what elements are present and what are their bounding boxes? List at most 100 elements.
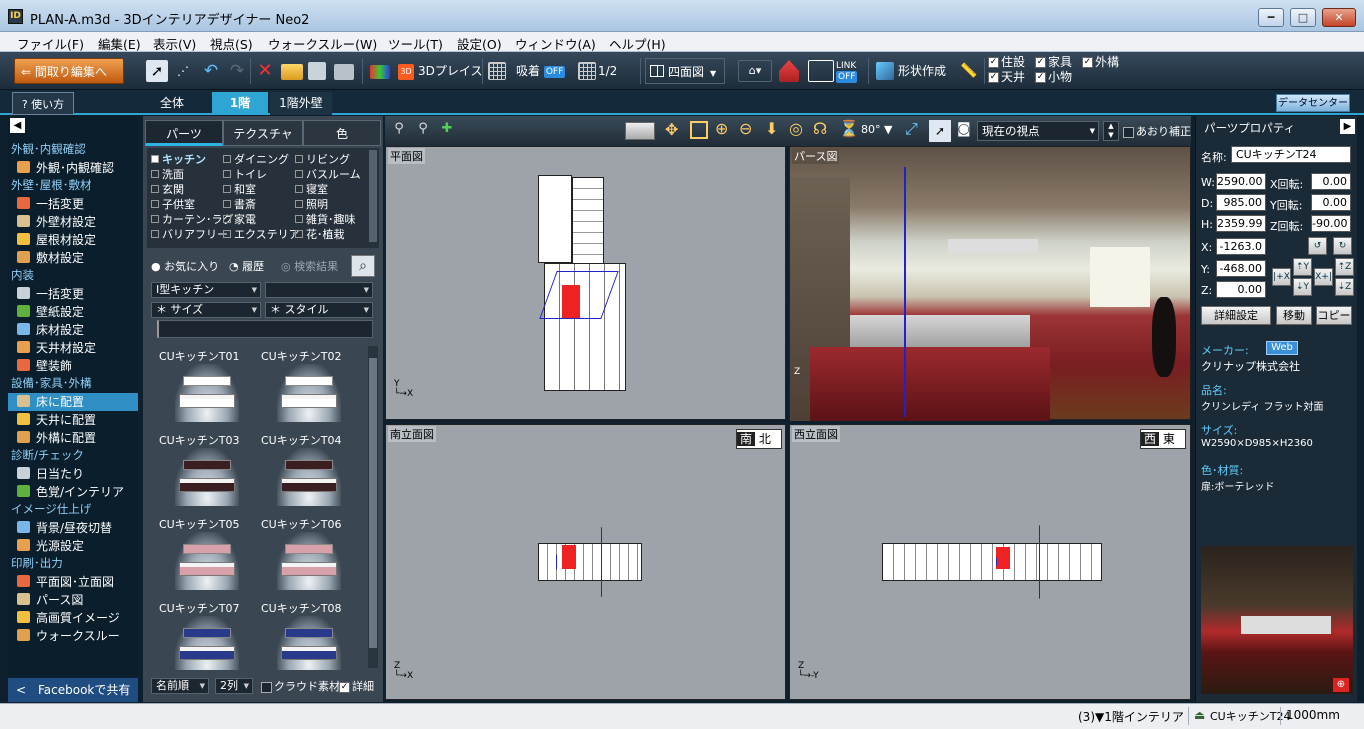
zoom-photo-icon[interactable]: ⊕ xyxy=(1333,678,1349,692)
y-rotation-field[interactable]: 0.00 xyxy=(1311,194,1351,211)
move-icon[interactable]: ✥ xyxy=(665,120,678,139)
part-card[interactable]: CUキッチンT05 xyxy=(157,516,257,598)
fit-view-icon[interactable]: ⤢ xyxy=(905,119,918,139)
print-icon[interactable] xyxy=(334,64,354,80)
menu-tools[interactable]: ツール(T) xyxy=(388,34,443,53)
width-field[interactable]: 2590.00 xyxy=(1216,173,1266,190)
sidebar-item[interactable]: 背景/昼夜切替 xyxy=(17,519,138,537)
collapse-left-icon[interactable]: ◀ xyxy=(10,118,25,133)
sidebar-item[interactable]: 高画質イメージ xyxy=(17,609,138,627)
viewpoint-dropdown[interactable]: 現在の視点 ▼ xyxy=(977,121,1099,141)
angle-icon[interactable]: ⏳ xyxy=(839,119,859,138)
camera-icon[interactable]: ◙ xyxy=(957,121,971,137)
light-2-icon[interactable]: ⚲ xyxy=(413,121,433,141)
west-elevation-view[interactable]: 西立面図 西 東 Z └→-Y xyxy=(789,424,1191,700)
tab-floor1[interactable]: 1階 xyxy=(212,92,268,115)
x-position-field[interactable]: -1263.0 xyxy=(1216,238,1266,255)
align-x-icon[interactable]: |+X xyxy=(1272,268,1291,286)
plan-view[interactable]: 平面図 Y └→X xyxy=(385,146,786,420)
rotate-right-icon[interactable]: ↻ xyxy=(1333,237,1352,255)
check-accessories[interactable]: ✓ 小物 xyxy=(1035,70,1072,84)
sidebar-item[interactable]: 外構に配置 xyxy=(17,429,138,447)
columns-dropdown[interactable]: 2列 xyxy=(215,678,253,694)
rotate-left-icon[interactable]: ↺ xyxy=(1308,237,1327,255)
zoom-out-icon[interactable]: ⊖ xyxy=(739,119,752,138)
sidebar-item[interactable]: 天井に配置 xyxy=(17,411,138,429)
box-view-icon[interactable] xyxy=(625,122,655,140)
tab-parts[interactable]: パーツ xyxy=(145,120,223,146)
zoom-in-icon[interactable]: ⊕ xyxy=(715,119,728,138)
part-card[interactable]: CUキッチンT08 xyxy=(259,600,359,670)
category-item[interactable]: バリアフリー xyxy=(151,226,228,242)
category-item[interactable]: 家電 xyxy=(223,211,256,227)
parts-scrollbar[interactable] xyxy=(368,346,378,668)
size-dropdown[interactable]: ＊ サイズ xyxy=(151,302,261,318)
part-card[interactable]: CUキッチンT04 xyxy=(259,432,359,514)
grid-scale-icon[interactable] xyxy=(578,62,596,80)
zoom-area-icon[interactable] xyxy=(690,121,708,139)
align-z-up-icon[interactable]: ⇡Z xyxy=(1335,258,1354,276)
back-to-plan-button[interactable]: ⇐ 間取り編集へ xyxy=(14,58,124,84)
sidebar-item[interactable]: 平面図･立面図 xyxy=(17,573,138,591)
direction-toggle-west[interactable]: 西 東 xyxy=(1140,429,1186,449)
tab-color[interactable]: 色 xyxy=(303,120,381,146)
light-add-icon[interactable]: ✚ xyxy=(437,121,457,141)
sidebar-item[interactable]: 一括変更 xyxy=(17,195,138,213)
depth-field[interactable]: 985.00 xyxy=(1216,194,1266,211)
collapse-right-icon[interactable]: ▶ xyxy=(1340,119,1355,134)
link-icon[interactable] xyxy=(808,60,834,82)
category-item[interactable]: キッチン xyxy=(151,151,206,167)
shape-create-button[interactable]: 形状作成 xyxy=(898,58,946,84)
category-scrollbar[interactable] xyxy=(369,150,377,242)
sidebar-item[interactable]: 天井材設定 xyxy=(17,339,138,357)
light-icon[interactable]: ⚲ xyxy=(389,121,409,141)
sidebar-item[interactable]: パース図 xyxy=(17,591,138,609)
align-x-right-icon[interactable]: X+| xyxy=(1314,268,1333,286)
menu-help[interactable]: ヘルプ(H) xyxy=(609,34,666,53)
check-equipment[interactable]: ✓ 住設 xyxy=(988,55,1025,69)
check-ceiling[interactable]: ✓ 天井 xyxy=(988,70,1025,84)
z-rotation-field[interactable]: -90.00 xyxy=(1311,215,1351,232)
rotate-icon[interactable]: ☊ xyxy=(813,119,827,138)
category-item[interactable]: 子供室 xyxy=(151,196,195,212)
category-item[interactable]: バスルーム xyxy=(295,166,361,182)
sidebar-item[interactable]: 敷材設定 xyxy=(17,249,138,267)
sort-dropdown[interactable]: 名前順 xyxy=(151,678,209,694)
sidebar-item[interactable]: 色覚/インテリア xyxy=(17,483,138,501)
search-icon[interactable]: ⌕ xyxy=(351,255,375,277)
menu-edit[interactable]: 編集(E) xyxy=(98,34,141,53)
check-furniture[interactable]: ✓ 家具 xyxy=(1035,55,1072,69)
filter-favorites[interactable]: ● お気に入り xyxy=(151,258,219,274)
move-button[interactable]: 移動 xyxy=(1276,306,1312,325)
menu-window[interactable]: ウィンドウ(A) xyxy=(515,34,596,53)
align-y-up-icon[interactable]: ⇡Y xyxy=(1293,258,1312,276)
sidebar-item[interactable]: ウォークスルー xyxy=(17,627,138,645)
subcategory-dropdown[interactable]: I型キッチン xyxy=(151,282,261,298)
tab-texture[interactable]: テクスチャ xyxy=(223,120,303,146)
link-toggle[interactable]: LINK OFF xyxy=(836,61,858,87)
tab-all[interactable]: 全体 xyxy=(144,92,200,115)
sidebar-item[interactable]: 外壁材設定 xyxy=(17,213,138,231)
category-item[interactable]: リビング xyxy=(295,151,350,167)
category-item[interactable]: 寝室 xyxy=(295,181,328,197)
angle-dropdown[interactable]: 80° ▼ xyxy=(861,123,892,136)
category-item[interactable]: 和室 xyxy=(223,181,256,197)
detail-checkbox[interactable]: ✓ 詳細 xyxy=(339,678,374,694)
minimize-button[interactable]: ━ xyxy=(1258,8,1284,27)
part-card[interactable]: CUキッチンT06 xyxy=(259,516,359,598)
house-icon[interactable] xyxy=(779,60,799,82)
check-exterior[interactable]: ✓ 外構 xyxy=(1082,55,1119,69)
3d-place-icon[interactable]: 3D xyxy=(398,64,414,80)
direction-toggle-south[interactable]: 南 北 xyxy=(736,429,782,449)
part-card[interactable]: CUキッチンT03 xyxy=(157,432,257,514)
tilt-correction-checkbox[interactable]: あおり補正 xyxy=(1123,123,1191,139)
menu-view[interactable]: 表示(V) xyxy=(153,34,196,53)
keyword-field[interactable] xyxy=(157,320,373,338)
orbit-icon[interactable]: ◎ xyxy=(789,119,803,138)
multi-select-icon[interactable]: ⋰ xyxy=(172,60,194,82)
open-folder-icon[interactable] xyxy=(281,64,303,80)
category-item[interactable]: ダイニング xyxy=(223,151,289,167)
undo-icon[interactable]: ↶ xyxy=(200,60,222,82)
sidebar-item[interactable]: 日当たり xyxy=(17,465,138,483)
menu-walkthrough[interactable]: ウォークスルー(W) xyxy=(268,34,377,53)
